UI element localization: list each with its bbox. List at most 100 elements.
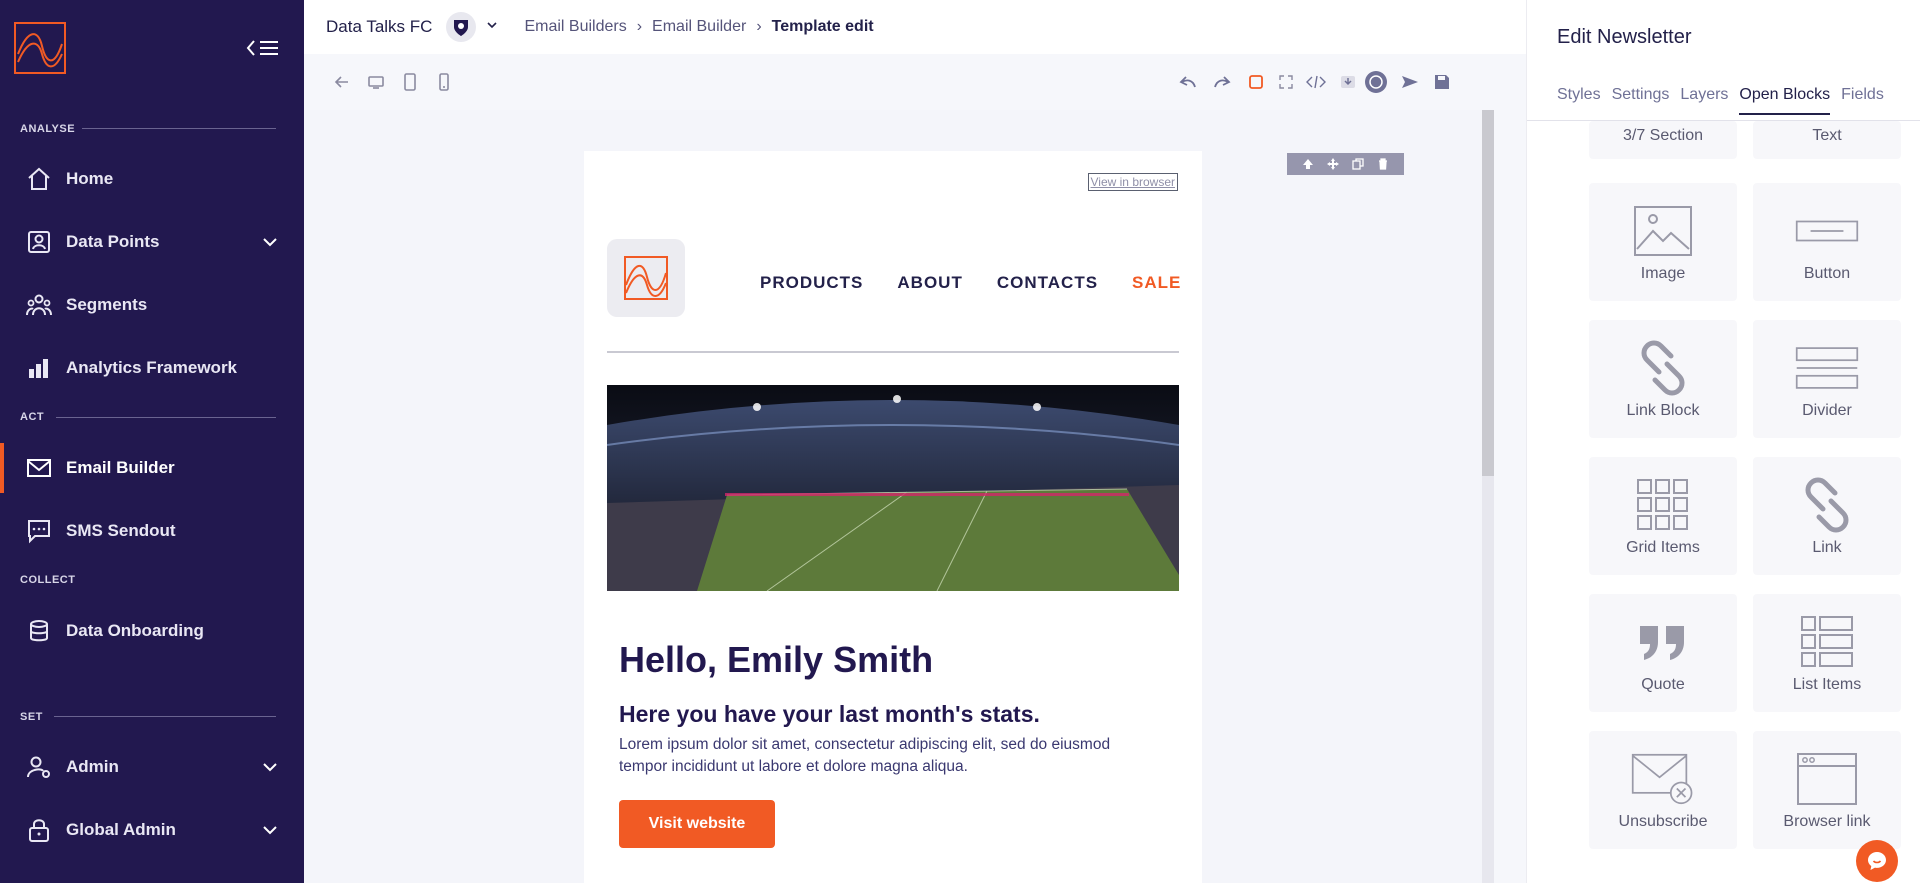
divider — [56, 417, 276, 418]
redo-icon[interactable] — [1210, 70, 1234, 94]
breadcrumb-email-builders[interactable]: Email Builders — [524, 18, 626, 36]
sidebar-item-email-builder[interactable]: Email Builder — [0, 443, 304, 493]
block-grid-items[interactable]: Grid Items — [1589, 457, 1737, 575]
visit-website-button[interactable]: Visit website — [619, 800, 775, 848]
divider — [82, 128, 276, 129]
block-label: List Items — [1792, 676, 1862, 693]
tab-open-blocks[interactable]: Open Blocks — [1739, 86, 1831, 115]
import-icon[interactable] — [1336, 70, 1360, 94]
link-icon — [1795, 477, 1859, 533]
breadcrumb: Email Builders › Email Builder › Templat… — [524, 18, 873, 36]
user-card-icon — [26, 229, 52, 255]
sidebar: ANALYSE Home Data Points Segments Analyt… — [0, 0, 304, 883]
send-icon[interactable] — [1398, 70, 1422, 94]
menu-link-sale[interactable]: SALE — [1132, 273, 1181, 293]
mobile-view-icon[interactable] — [432, 70, 456, 94]
fullscreen-icon[interactable] — [1274, 70, 1298, 94]
block-quote[interactable]: Quote — [1589, 594, 1737, 712]
code-icon[interactable] — [1304, 70, 1328, 94]
breadcrumb-email-builder[interactable]: Email Builder — [652, 18, 746, 36]
block-label: Link — [1812, 539, 1842, 556]
chevron-down-icon[interactable] — [486, 18, 498, 36]
collapse-menu-icon[interactable] — [244, 36, 284, 60]
email-subheading[interactable]: Here you have your last month's stats. — [619, 701, 1040, 728]
move-up-icon[interactable] — [1300, 156, 1316, 172]
link-icon — [1631, 340, 1695, 396]
tab-fields[interactable]: Fields — [1841, 86, 1884, 115]
save-icon[interactable] — [1430, 70, 1454, 94]
chevron-down-icon[interactable] — [262, 822, 278, 843]
breadcrumb-template-edit: Template edit — [771, 18, 874, 35]
block-toolbar — [1287, 153, 1404, 175]
email-body-text[interactable]: Lorem ipsum dolor sit amet, consectetur … — [619, 734, 1139, 778]
email-logo[interactable] — [607, 239, 685, 317]
block-link-block[interactable]: Link Block — [1589, 320, 1737, 438]
chat-dots-icon — [26, 518, 52, 544]
undo-icon[interactable] — [1176, 70, 1200, 94]
sidebar-item-admin[interactable]: Admin — [0, 742, 304, 792]
sidebar-item-label: Analytics Framework — [66, 358, 238, 377]
list-icon — [1795, 614, 1859, 670]
drag-move-icon[interactable] — [1325, 156, 1341, 172]
sidebar-item-data-onboarding[interactable]: Data Onboarding — [0, 606, 304, 656]
org-name[interactable]: Data Talks FC — [326, 17, 432, 37]
sidebar-item-segments[interactable]: Segments — [0, 280, 304, 330]
sidebar-item-analytics-framework[interactable]: Analytics Framework — [0, 343, 304, 393]
brand-logo[interactable] — [14, 22, 66, 74]
block-list-items[interactable]: List Items — [1753, 594, 1901, 712]
delete-icon[interactable] — [1375, 156, 1391, 172]
scrollbar-thumb[interactable] — [1482, 110, 1494, 476]
sidebar-item-label: Segments — [66, 295, 148, 314]
menu-link-products[interactable]: PRODUCTS — [760, 273, 863, 293]
sidebar-item-data-points[interactable]: Data Points — [0, 217, 304, 267]
block-divider[interactable]: Divider — [1753, 320, 1901, 438]
breadcrumb-separator: › — [636, 18, 643, 35]
desktop-view-icon[interactable] — [364, 70, 388, 94]
block-link[interactable]: Link — [1753, 457, 1901, 575]
block-label: Text — [1812, 127, 1842, 144]
unsubscribe-mail-icon — [1631, 751, 1695, 807]
back-arrow-icon[interactable] — [330, 70, 354, 94]
sidebar-item-home[interactable]: Home — [0, 154, 304, 204]
block-label: Button — [1803, 265, 1851, 282]
section-label-analyse: ANALYSE — [20, 123, 76, 135]
sidebar-item-sms-sendout[interactable]: SMS Sendout — [0, 506, 304, 556]
club-crest-icon[interactable] — [446, 12, 477, 42]
email-template[interactable]: View in browser PRODUCTS ABOUT CONTACTS … — [584, 151, 1202, 883]
copy-icon[interactable] — [1350, 156, 1366, 172]
block-label: 3/7 Section — [1622, 127, 1704, 144]
block-label: Browser link — [1783, 813, 1871, 830]
stadium-hero-image[interactable] — [607, 385, 1179, 591]
quote-icon — [1631, 614, 1695, 670]
tab-settings[interactable]: Settings — [1612, 86, 1670, 115]
email-menu: PRODUCTS ABOUT CONTACTS SALE — [760, 273, 1181, 293]
block-button[interactable]: Button — [1753, 183, 1901, 301]
chevron-down-icon[interactable] — [262, 234, 278, 255]
block-label: Link Block — [1626, 402, 1700, 419]
block-section-3-7[interactable]: 3/7 Section — [1589, 121, 1737, 159]
chevron-down-icon[interactable] — [262, 759, 278, 780]
divider — [607, 351, 1179, 353]
block-palette: 3/7 Section Text Image Button Link Block — [1557, 121, 1901, 883]
tab-layers[interactable]: Layers — [1680, 86, 1728, 115]
preview-circle-icon[interactable] — [1364, 70, 1388, 94]
chat-support-icon[interactable] — [1856, 840, 1898, 882]
button-icon — [1795, 203, 1859, 259]
block-browser-link[interactable]: Browser link — [1753, 731, 1901, 849]
tablet-view-icon[interactable] — [398, 70, 422, 94]
block-label: Image — [1640, 265, 1686, 282]
people-icon — [26, 292, 52, 318]
mail-icon — [26, 455, 52, 481]
menu-link-contacts[interactable]: CONTACTS — [997, 273, 1098, 293]
sidebar-item-label: Admin — [66, 757, 119, 776]
block-text[interactable]: Text — [1753, 121, 1901, 159]
block-image[interactable]: Image — [1589, 183, 1737, 301]
email-heading[interactable]: Hello, Emily Smith — [619, 639, 933, 681]
sidebar-item-global-admin[interactable]: Global Admin — [0, 805, 304, 855]
browser-window-icon — [1795, 751, 1859, 807]
component-outline-icon[interactable] — [1244, 70, 1268, 94]
view-in-browser-link[interactable]: View in browser — [1087, 173, 1178, 191]
block-unsubscribe[interactable]: Unsubscribe — [1589, 731, 1737, 849]
tab-styles[interactable]: Styles — [1557, 86, 1601, 115]
menu-link-about[interactable]: ABOUT — [897, 273, 962, 293]
